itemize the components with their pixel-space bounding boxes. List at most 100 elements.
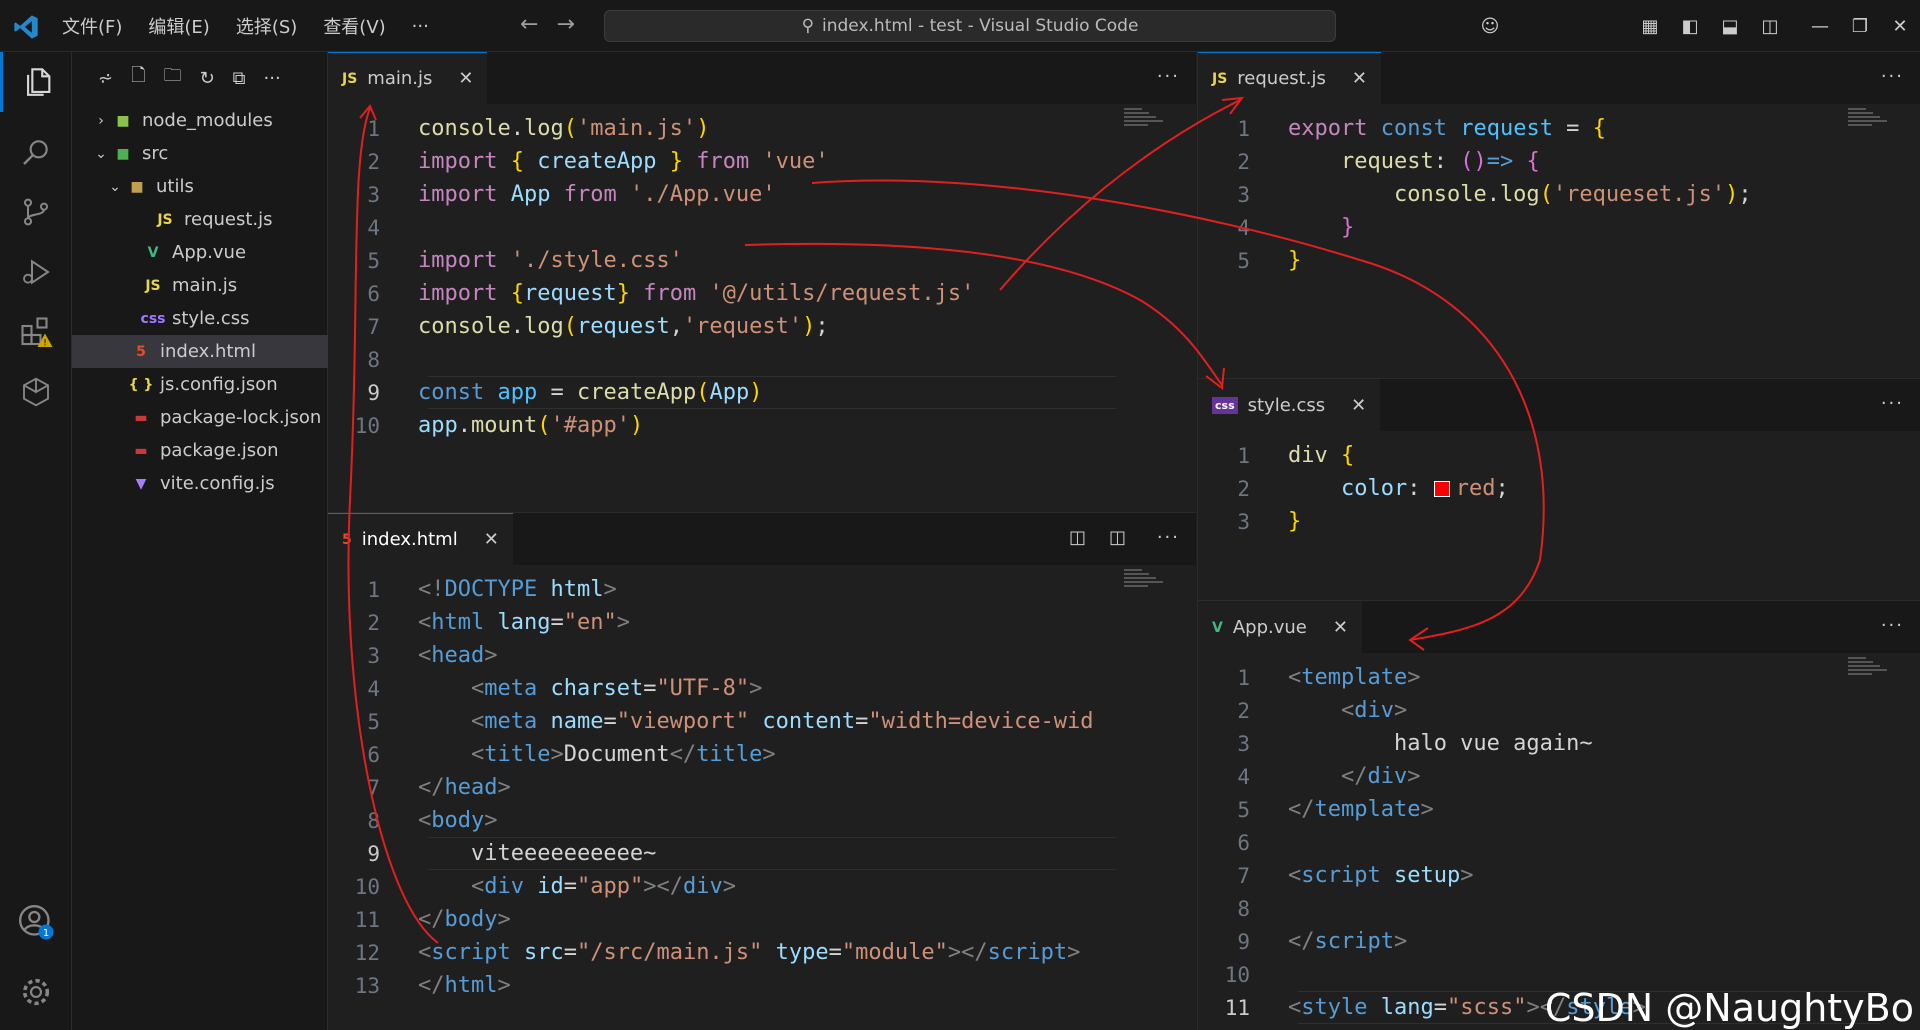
extensions-icon[interactable]: ! xyxy=(0,302,72,362)
tree-item-vite-config-js[interactable]: ▼ vite.config.js xyxy=(72,467,328,500)
tree-item-node-modules[interactable]: › ■ node_modules xyxy=(72,104,328,137)
folder-utils-icon: ■ xyxy=(130,178,144,195)
tree-item-label: package-lock.json xyxy=(160,407,322,428)
tree-item-index-html[interactable]: 5 index.html xyxy=(72,335,328,368)
code-area[interactable]: 1 <template> 2 <div> 3 halo vue again~ 4 </d… xyxy=(1198,653,1920,1030)
code-text: } xyxy=(1340,215,1355,240)
editor-more-actions-icon[interactable]: ··· xyxy=(1881,66,1904,87)
close-tab-icon[interactable]: ✕ xyxy=(1351,395,1366,416)
editor-more-actions-icon[interactable]: ··· xyxy=(1157,527,1180,548)
customize-layout-icon[interactable]: ▦ xyxy=(1630,16,1670,37)
tab-main-js[interactable]: JS main.js ✕ xyxy=(328,52,488,104)
npm-file-icon: ▬ xyxy=(134,409,148,426)
toggle-sidebar-icon[interactable]: ◧ xyxy=(1670,16,1710,37)
code-area[interactable]: 1 div {2 color: red; 3} xyxy=(1198,431,1920,600)
menu-edit[interactable]: 编辑(E) xyxy=(148,13,209,39)
code-text: <meta charset="UTF-8"> xyxy=(470,676,763,701)
code-line: 3 console.log('requeset.js'); xyxy=(1198,178,1751,211)
run-debug-icon[interactable] xyxy=(0,242,72,302)
split-editor-icon[interactable]: ◫ xyxy=(1109,527,1128,548)
toggle-secondary-sidebar-icon[interactable]: ◫ xyxy=(1750,16,1790,37)
forward-arrow-icon[interactable]: → xyxy=(556,12,574,37)
code-line: 3 import App from './App.vue' xyxy=(328,178,775,211)
chevron-icon: ⌄ xyxy=(109,178,121,195)
line-number: 4 xyxy=(1237,764,1250,789)
open-preview-icon[interactable]: ◫ xyxy=(1069,527,1088,548)
editor-more-actions-icon[interactable]: ··· xyxy=(1881,393,1904,414)
more-actions-icon[interactable]: ··· xyxy=(264,68,281,89)
tree-item-package-json[interactable]: ▬ package.json xyxy=(72,434,328,467)
line-number: 11 xyxy=(354,907,380,932)
line-number: 5 xyxy=(367,248,380,273)
refresh-icon[interactable]: ↻ xyxy=(200,68,215,89)
editor-more-actions-icon[interactable]: ··· xyxy=(1157,66,1180,87)
close-window-icon[interactable]: ✕ xyxy=(1880,16,1920,37)
code-text: </div> xyxy=(1340,764,1421,789)
code-text: div { xyxy=(1288,443,1355,468)
close-tab-icon[interactable]: ✕ xyxy=(1352,68,1367,89)
close-tab-icon[interactable]: ✕ xyxy=(1333,617,1348,638)
code-text: <div id="app"></div> xyxy=(470,874,736,899)
tab-label: style.css xyxy=(1247,395,1326,416)
search-icon[interactable] xyxy=(0,122,72,182)
color-swatch-icon[interactable] xyxy=(1433,481,1450,497)
minimize-icon[interactable]: — xyxy=(1800,16,1840,37)
editor-more-actions-icon[interactable]: ··· xyxy=(1881,615,1904,636)
restore-icon[interactable]: ❐ xyxy=(1840,16,1880,37)
nav-arrows: ← → xyxy=(520,12,593,37)
menu-view[interactable]: 查看(V) xyxy=(323,13,385,39)
tree-item-package-lock-json[interactable]: ▬ package-lock.json xyxy=(72,401,328,434)
back-arrow-icon[interactable]: ← xyxy=(520,12,538,37)
minimap[interactable] xyxy=(1124,569,1166,589)
minimap[interactable] xyxy=(1124,108,1166,128)
line-number: 6 xyxy=(367,742,380,767)
tree-item-js-config-json[interactable]: { } js.config.json xyxy=(72,368,328,401)
code-line: 10 app.mount('#app') xyxy=(328,409,644,442)
code-text: import './style.css' xyxy=(418,248,683,273)
accounts-icon[interactable]: 1 xyxy=(0,892,72,952)
minimap[interactable] xyxy=(1848,657,1890,677)
line-number: 2 xyxy=(1237,149,1250,174)
close-tab-icon[interactable]: ✕ xyxy=(484,529,499,550)
explorer-icon[interactable] xyxy=(0,52,72,112)
minimap[interactable] xyxy=(1848,108,1890,128)
tab-style-css[interactable]: css style.css ✕ xyxy=(1198,379,1381,431)
command-center-search[interactable]: ⚲ index.html - test - Visual Studio Code xyxy=(604,10,1336,42)
new-folder-icon[interactable]: 🗀 xyxy=(164,63,182,93)
menu-bar: 文件(F) 编辑(E) 选择(S) 查看(V) ··· xyxy=(62,0,455,52)
new-file-icon[interactable]: 🗋 xyxy=(131,63,145,93)
tree-item-src[interactable]: ⌄ ■ src xyxy=(72,137,328,170)
menu-more[interactable]: ··· xyxy=(412,16,429,37)
tab-app-vue[interactable]: V App.vue ✕ xyxy=(1198,601,1362,653)
line-number: 4 xyxy=(1237,215,1250,240)
tree-item-request-js[interactable]: JS request.js xyxy=(72,203,328,236)
collapse-all-icon[interactable]: ⧉ xyxy=(233,68,246,89)
settings-gear-icon[interactable] xyxy=(0,962,72,1022)
copilot-icon[interactable]: ☺ xyxy=(1470,16,1510,37)
tree-item-label: package.json xyxy=(160,440,279,461)
tree-item-utils[interactable]: ⌄ ■ utils xyxy=(72,170,328,203)
toggle-panel-icon[interactable]: ⬓ xyxy=(1710,16,1750,37)
code-line: 2 color: red; xyxy=(1198,472,1508,505)
tree-item-label: request.js xyxy=(184,209,273,230)
tab-request-js[interactable]: JS request.js ✕ xyxy=(1198,52,1381,104)
code-area[interactable]: 1 <!DOCTYPE html> 2 <html lang="en"> 3 <head>… xyxy=(328,565,1196,1030)
remote-explorer-icon[interactable] xyxy=(0,362,72,422)
menu-file[interactable]: 文件(F) xyxy=(62,13,122,39)
close-tab-icon[interactable]: ✕ xyxy=(458,68,473,89)
code-area[interactable]: 1 export const request = {2 request: ()=>… xyxy=(1198,104,1920,378)
window-title: index.html - test - Visual Studio Code xyxy=(822,16,1139,36)
code-area[interactable]: 1 console.log('main.js') 2 import { createA… xyxy=(328,104,1196,512)
line-number: 2 xyxy=(367,149,380,174)
explorer-sidebar: ⩫ 🗋 🗀 ↻ ⧉ ··· › ■ node_modules ⌄ ■ src ⌄ ■ utils… xyxy=(72,52,328,1030)
tree-item-main-js[interactable]: JS main.js xyxy=(72,269,328,302)
menu-selection[interactable]: 选择(S) xyxy=(236,13,297,39)
collapse-folders-icon[interactable]: ⩫ xyxy=(98,68,113,89)
window-controls: ☺ ▦ ◧ ⬓ ◫ — ❐ ✕ xyxy=(1470,0,1920,52)
code-line: 2 request: ()=> { xyxy=(1198,145,1539,178)
tab-index-html[interactable]: 5 index.html ✕ xyxy=(328,513,513,565)
line-number: 5 xyxy=(1237,797,1250,822)
tree-item-style-css[interactable]: css style.css xyxy=(72,302,328,335)
source-control-icon[interactable] xyxy=(0,182,72,242)
tree-item-app-vue[interactable]: V App.vue xyxy=(72,236,328,269)
